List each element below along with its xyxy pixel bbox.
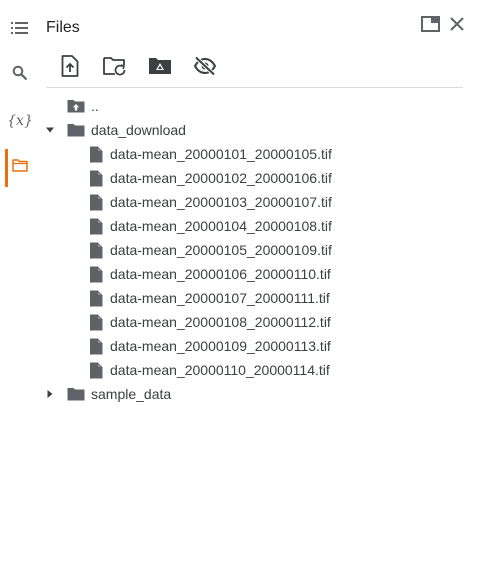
folder-up-icon [66,96,86,116]
file-icon [86,288,106,308]
file-name: data-mean_20000103_20000107.tif [110,194,332,210]
folder-label: data_download [91,122,186,138]
chevron-down-icon[interactable] [44,124,56,136]
file-icon [86,216,106,236]
file-icon [86,312,106,332]
toggle-hidden-files-button[interactable] [191,54,219,82]
file-row[interactable]: data-mean_20000103_20000107.tif [86,190,332,214]
variables-icon: {x} [7,113,33,129]
file-row[interactable]: data-mean_20000101_20000105.tif [86,142,332,166]
file-row[interactable]: data-mean_20000102_20000106.tif [86,166,332,190]
file-name: data-mean_20000104_20000108.tif [110,218,332,234]
file-row[interactable]: data-mean_20000106_20000110.tif [86,262,331,286]
table-of-contents-button[interactable] [0,10,40,50]
refresh-button[interactable] [101,54,129,82]
toolbar-divider [46,87,463,88]
side-rail: {x} [0,0,40,564]
search-button[interactable] [0,55,40,95]
search-icon [12,65,28,86]
file-icon [86,240,106,260]
file-row[interactable]: data-mean_20000108_20000112.tif [86,310,331,334]
file-name: data-mean_20000101_20000105.tif [110,146,332,162]
file-row[interactable]: data-mean_20000109_20000113.tif [86,334,331,358]
file-row[interactable]: data-mean_20000110_20000114.tif [86,358,330,382]
file-row[interactable]: data-mean_20000105_20000109.tif [86,238,332,262]
chevron-right-icon[interactable] [44,388,56,400]
folder-row-data-download[interactable]: data_download [44,118,344,142]
folder-icon [66,120,86,140]
open-in-tab-icon [420,15,440,37]
file-icon [86,336,106,356]
folder-row-sample-data[interactable]: sample_data [44,382,244,406]
close-icon [449,16,465,37]
file-name: data-mean_20000102_20000106.tif [110,170,332,186]
panel-title: Files [46,19,80,36]
files-button[interactable] [0,148,40,188]
variables-button[interactable]: {x} [0,101,40,141]
files-panel: {x} Files .. data_download data-mean_200… [0,0,479,564]
file-icon [86,264,106,284]
folder-icon [66,384,86,404]
table-of-contents-icon [11,21,29,40]
file-row[interactable]: data-mean_20000107_20000111.tif [86,286,330,310]
file-icon [86,168,106,188]
file-name: data-mean_20000109_20000113.tif [110,338,331,354]
file-icon [86,192,106,212]
parent-directory-row[interactable]: .. [66,94,99,118]
open-in-tab-button[interactable] [418,14,442,38]
file-name: data-mean_20000110_20000114.tif [110,362,330,378]
file-row[interactable]: data-mean_20000104_20000108.tif [86,214,332,238]
refresh-folder-icon [103,56,127,81]
file-icon [86,360,106,380]
folder-icon [12,159,28,177]
close-panel-button[interactable] [445,14,469,38]
file-name: data-mean_20000106_20000110.tif [110,266,331,282]
file-icon [86,144,106,164]
folder-label: sample_data [91,386,172,402]
hide-files-icon [193,55,217,81]
parent-directory-label: .. [91,98,99,114]
upload-button[interactable] [56,54,84,82]
file-name: data-mean_20000105_20000109.tif [110,242,332,258]
file-name: data-mean_20000108_20000112.tif [110,314,331,330]
mount-drive-icon [148,56,172,81]
upload-file-icon [61,54,79,82]
mount-drive-button[interactable] [146,54,174,82]
file-name: data-mean_20000107_20000111.tif [110,290,330,306]
